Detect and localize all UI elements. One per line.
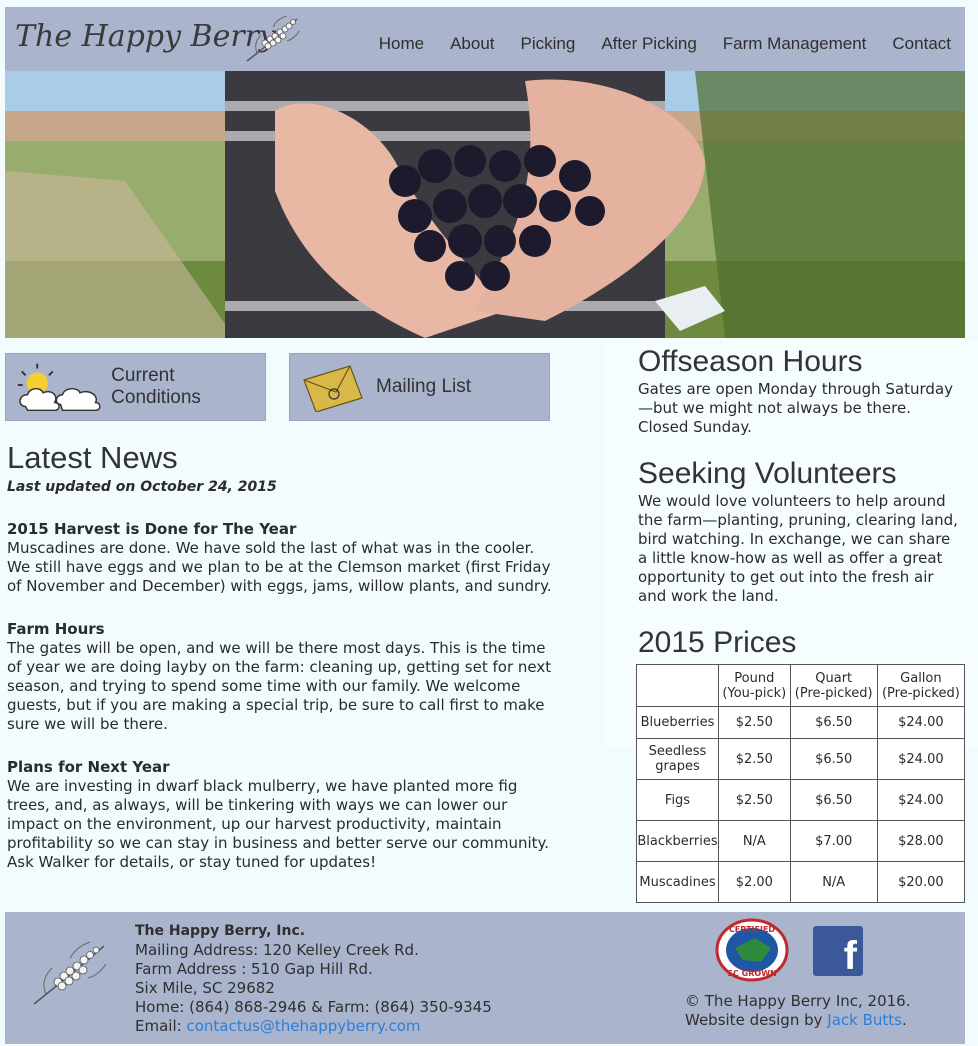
email-label: Email:	[135, 1017, 187, 1035]
copyright-text: © The Happy Berry Inc, 2016.	[685, 992, 911, 1010]
table-cell: Seedless grapes	[636, 738, 719, 780]
last-updated-text: Last updated on October 24, 2015	[7, 479, 277, 495]
table-header-cell: Pound (You-pick)	[718, 664, 791, 707]
hero-image	[5, 71, 965, 338]
copyright-block: © The Happy Berry Inc, 2016. Website des…	[685, 992, 910, 1030]
badge-top-text: CERTIFIED	[729, 925, 775, 934]
email-line: Email: contactus@thehappyberry.com	[135, 1017, 492, 1036]
table-cell: $2.50	[718, 779, 791, 821]
city-state-zip: Six Mile, SC 29682	[135, 979, 275, 997]
table-cell: $2.50	[718, 738, 791, 780]
table-header-cell: Gallon (Pre-picked)	[876, 664, 966, 707]
phone-numbers: Home: (864) 868-2946 & Farm: (864) 350-9…	[135, 998, 492, 1016]
facebook-icon[interactable]: f	[813, 926, 863, 978]
table-cell: $7.00	[789, 820, 878, 862]
news-article: Plans for Next Year We are investing in …	[7, 758, 552, 872]
offseason-heading: Offseason Hours	[638, 345, 863, 378]
table-row: Blackberries N/A $7.00 $28.00	[636, 820, 966, 862]
latest-news-heading: Latest News	[7, 440, 178, 475]
news-article: 2015 Harvest is Done for The Year Muscad…	[7, 520, 552, 596]
table-cell: $20.00	[876, 861, 966, 903]
table-row: Muscadines $2.00 N/A $20.00	[636, 861, 966, 903]
table-cell: $24.00	[876, 706, 966, 739]
header-quart: Quart (Pre-picked)	[794, 670, 873, 701]
main-nav: Home About Picking After Picking Farm Ma…	[379, 34, 951, 54]
article-body: We are investing in dwarf black mulberry…	[7, 777, 550, 871]
contact-info: The Happy Berry, Inc. Mailing Address: 1…	[135, 922, 492, 1036]
table-cell: $24.00	[876, 779, 966, 821]
mailing-list-button[interactable]: Mailing List	[289, 353, 550, 421]
current-conditions-label: Current Conditions	[111, 365, 201, 408]
prices-table: Pound (You-pick) Quart (Pre-picked) Gall…	[636, 664, 966, 903]
table-cell: Blueberries	[636, 706, 719, 739]
nav-about[interactable]: About	[450, 34, 494, 54]
nav-after-picking[interactable]: After Picking	[601, 34, 696, 54]
volunteers-heading: Seeking Volunteers	[638, 457, 897, 490]
table-row: Blueberries $2.50 $6.50 $24.00	[636, 706, 966, 739]
table-header-cell: Quart (Pre-picked)	[789, 664, 878, 707]
design-end: .	[901, 1011, 907, 1029]
email-link[interactable]: contactus@thehappyberry.com	[186, 1017, 420, 1035]
design-label: Website design by	[685, 1011, 828, 1029]
table-cell: Blackberries	[636, 820, 719, 862]
badge-bottom-text: SC GROWN	[727, 969, 776, 978]
table-cell: Figs	[636, 779, 719, 821]
header-pound: Pound (You-pick)	[722, 670, 787, 701]
hands-with-blackberries-photo	[5, 71, 965, 338]
table-header-row: Pound (You-pick) Quart (Pre-picked) Gall…	[636, 664, 966, 707]
nav-farm-management[interactable]: Farm Management	[723, 34, 867, 54]
berry-branch-icon	[33, 941, 107, 1005]
designer-link[interactable]: Jack Butts	[827, 1011, 902, 1029]
table-cell: $28.00	[876, 820, 966, 862]
nav-home[interactable]: Home	[379, 34, 424, 54]
table-cell: N/A	[789, 861, 878, 903]
mailing-list-label: Mailing List	[376, 376, 472, 397]
offseason-text: Gates are open Monday through Saturday—b…	[638, 380, 954, 436]
site-footer: The Happy Berry, Inc. Mailing Address: 1…	[5, 912, 965, 1044]
table-header-cell	[636, 664, 719, 707]
table-cell: $2.50	[718, 706, 791, 739]
article-heading: 2015 Harvest is Done for The Year	[7, 520, 297, 538]
berry-branch-icon	[246, 15, 300, 62]
site-title[interactable]: The Happy Berry	[15, 19, 276, 54]
table-cell: $2.00	[718, 861, 791, 903]
article-body: The gates will be open, and we will be t…	[7, 639, 552, 733]
news-article: Farm Hours The gates will be open, and w…	[7, 620, 552, 734]
table-row: Seedless grapes $2.50 $6.50 $24.00	[636, 738, 966, 780]
table-cell: $6.50	[789, 738, 878, 780]
nav-contact[interactable]: Contact	[892, 34, 951, 54]
article-body: Muscadines are done. We have sold the la…	[7, 539, 552, 595]
current-conditions-button[interactable]: Current Conditions	[5, 353, 266, 421]
table-cell: $24.00	[876, 738, 966, 780]
site-header: The Happy Berry Home About Picking After…	[5, 7, 965, 71]
article-heading: Farm Hours	[7, 620, 105, 638]
table-row: Figs $2.50 $6.50 $24.00	[636, 779, 966, 821]
farm-address: Farm Address : 510 Gap Hill Rd.	[135, 960, 373, 978]
nav-picking[interactable]: Picking	[521, 34, 576, 54]
volunteers-text: We would love volunteers to help around …	[638, 492, 958, 605]
article-heading: Plans for Next Year	[7, 758, 170, 776]
header-gallon: Gallon (Pre-picked)	[881, 670, 960, 701]
design-credit: Website design by Jack Butts.	[685, 1011, 910, 1030]
company-name: The Happy Berry, Inc.	[135, 923, 306, 939]
table-cell: Muscadines	[636, 861, 719, 903]
sc-grown-badge-icon[interactable]: CERTIFIED SC GROWN	[715, 918, 789, 982]
sun-cloud-icon	[17, 363, 101, 412]
mailing-address: Mailing Address: 120 Kelley Creek Rd.	[135, 941, 419, 959]
envelope-icon	[303, 365, 363, 412]
prices-heading: 2015 Prices	[638, 626, 797, 659]
table-cell: $6.50	[789, 779, 878, 821]
table-cell: N/A	[718, 820, 791, 862]
table-cell: $6.50	[789, 706, 878, 739]
